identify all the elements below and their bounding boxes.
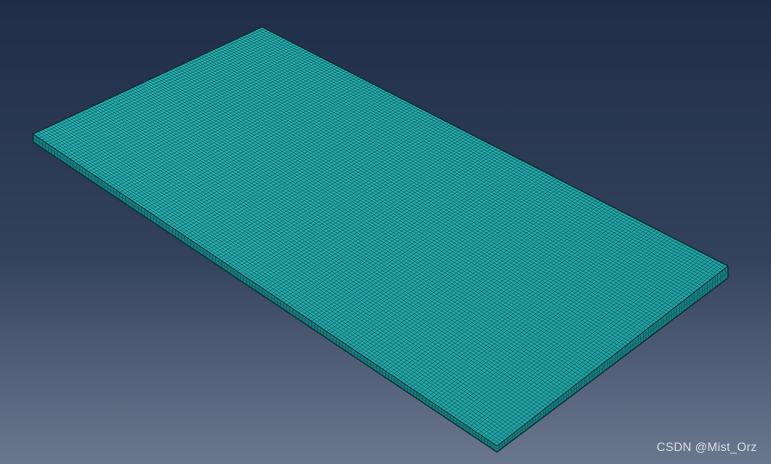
watermark-text: CSDN @Mist_Orz xyxy=(656,440,757,454)
mesh-plate-view[interactable] xyxy=(0,0,771,464)
abaqus-viewport[interactable]: CSDN @Mist_Orz xyxy=(0,0,771,464)
